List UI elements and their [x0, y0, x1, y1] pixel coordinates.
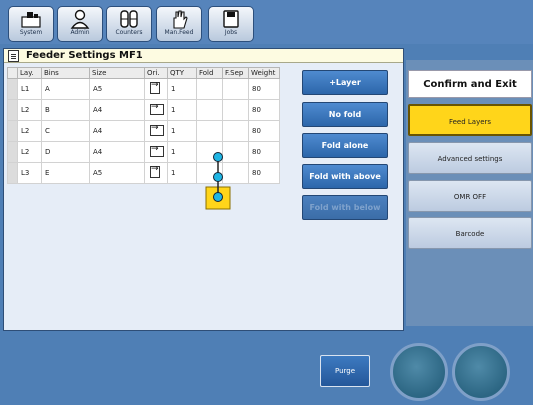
system-icon	[21, 12, 41, 28]
panel-title-bar: Feeder Settings MF1	[4, 49, 403, 63]
cell-layer: L2	[17, 120, 42, 142]
table-row[interactable]: L2 D A4 1 80	[7, 141, 280, 163]
cell-weight[interactable]: 80	[248, 99, 280, 121]
hand-icon	[173, 10, 188, 29]
table-row[interactable]: L1 A A5 1 80	[7, 78, 280, 100]
nav-system-label: System	[19, 29, 43, 36]
table-row[interactable]: L2 B A4 1 80	[7, 99, 280, 121]
landscape-orientation-icon	[150, 144, 164, 157]
cell-size: A4	[89, 141, 145, 163]
cell-qty[interactable]: 1	[167, 78, 197, 100]
nav-jobs-label: Jobs	[224, 29, 238, 36]
feed-layers-button[interactable]: Feed Layers	[408, 104, 532, 136]
omr-off-button[interactable]: OMR OFF	[408, 180, 532, 212]
cell-bin: E	[41, 162, 90, 184]
cell-orientation[interactable]	[144, 78, 168, 100]
portrait-orientation-icon	[150, 80, 160, 94]
fold-marker-d	[213, 192, 223, 202]
landscape-orientation-icon	[150, 102, 164, 115]
cell-qty[interactable]: 1	[167, 120, 197, 142]
cell-size: A4	[89, 120, 145, 142]
table-row[interactable]: L3 E A5 1 80	[7, 162, 280, 184]
round-button-right[interactable]	[452, 343, 510, 401]
nav-system-button[interactable]: System	[8, 6, 54, 42]
cell-fsep[interactable]	[222, 78, 249, 100]
cell-layer: L1	[17, 78, 42, 100]
add-layer-button[interactable]: +Layer	[302, 70, 388, 95]
col-weight: Weight	[248, 67, 280, 79]
cell-qty[interactable]: 1	[167, 141, 197, 163]
cell-layer: L2	[17, 141, 42, 163]
row-selector[interactable]	[7, 99, 18, 121]
cell-size: A4	[89, 99, 145, 121]
cell-orientation[interactable]	[144, 141, 168, 163]
table-row[interactable]: L2 C A4 1 80	[7, 120, 280, 142]
cell-bin: C	[41, 120, 90, 142]
user-icon	[70, 9, 90, 29]
col-fold: Fold	[196, 67, 223, 79]
row-selector[interactable]	[7, 141, 18, 163]
landscape-orientation-icon	[150, 123, 164, 136]
cell-bin: D	[41, 141, 90, 163]
col-qty: QTY	[167, 67, 197, 79]
row-selector[interactable]	[7, 162, 18, 184]
cell-bin: B	[41, 99, 90, 121]
round-button-left[interactable]	[390, 343, 448, 401]
confirm-and-exit-button[interactable]: Confirm and Exit	[408, 70, 532, 98]
cell-fsep[interactable]	[222, 99, 249, 121]
nav-counters-label: Counters	[115, 29, 143, 36]
col-select	[7, 67, 18, 79]
fold-marker-b	[213, 152, 223, 162]
cell-weight[interactable]: 80	[248, 120, 280, 142]
cell-size: A5	[89, 78, 145, 100]
cell-fold[interactable]	[196, 99, 223, 121]
fold-marker-c	[213, 172, 223, 182]
cell-orientation[interactable]	[144, 99, 168, 121]
advanced-settings-button[interactable]: Advanced settings	[408, 142, 532, 174]
nav-jobs-button[interactable]: Jobs	[208, 6, 254, 42]
cell-fold[interactable]	[196, 78, 223, 100]
counter-icon	[120, 10, 138, 28]
row-selector[interactable]	[7, 78, 18, 100]
fold-alone-button[interactable]: Fold alone	[302, 133, 388, 158]
portrait-orientation-icon	[150, 164, 160, 178]
panel-title: Feeder Settings MF1	[26, 50, 143, 61]
cell-layer: L2	[17, 99, 42, 121]
nav-manfeed-label: Man.Feed	[164, 29, 194, 36]
table-header-row: Lay. Bins Size Ori. QTY Fold F.Sep Weigh…	[7, 67, 280, 79]
cell-weight[interactable]: 80	[248, 162, 280, 184]
row-selector[interactable]	[7, 120, 18, 142]
col-bins: Bins	[41, 67, 90, 79]
cell-size: A5	[89, 162, 145, 184]
feeder-table: Lay. Bins Size Ori. QTY Fold F.Sep Weigh…	[7, 67, 280, 184]
cell-weight[interactable]: 80	[248, 78, 280, 100]
nav-admin-button[interactable]: Admin	[57, 6, 103, 42]
col-layer: Lay.	[17, 67, 42, 79]
cell-layer: L3	[17, 162, 42, 184]
top-nav-bar: System Admin Counters Man.Feed Jobs	[0, 0, 533, 44]
cell-weight[interactable]: 80	[248, 141, 280, 163]
cell-qty[interactable]: 1	[167, 162, 197, 184]
col-orientation: Ori.	[144, 67, 168, 79]
floppy-disk-icon	[223, 10, 239, 28]
nav-admin-label: Admin	[70, 29, 90, 36]
col-size: Size	[89, 67, 145, 79]
document-icon	[8, 50, 19, 62]
fold-with-above-button[interactable]: Fold with above	[302, 164, 388, 189]
cell-fold[interactable]	[196, 120, 223, 142]
cell-bin: A	[41, 78, 90, 100]
cell-orientation[interactable]	[144, 120, 168, 142]
barcode-button[interactable]: Barcode	[408, 217, 532, 249]
fold-group-connector	[205, 152, 231, 210]
cell-orientation[interactable]	[144, 162, 168, 184]
fold-with-below-button[interactable]: Fold with below	[302, 195, 388, 220]
cell-fsep[interactable]	[222, 120, 249, 142]
no-fold-button[interactable]: No fold	[302, 102, 388, 127]
cell-qty[interactable]: 1	[167, 99, 197, 121]
col-fsep: F.Sep	[222, 67, 249, 79]
nav-counters-button[interactable]: Counters	[106, 6, 152, 42]
nav-manfeed-button[interactable]: Man.Feed	[156, 6, 202, 42]
purge-button[interactable]: Purge	[320, 355, 370, 387]
